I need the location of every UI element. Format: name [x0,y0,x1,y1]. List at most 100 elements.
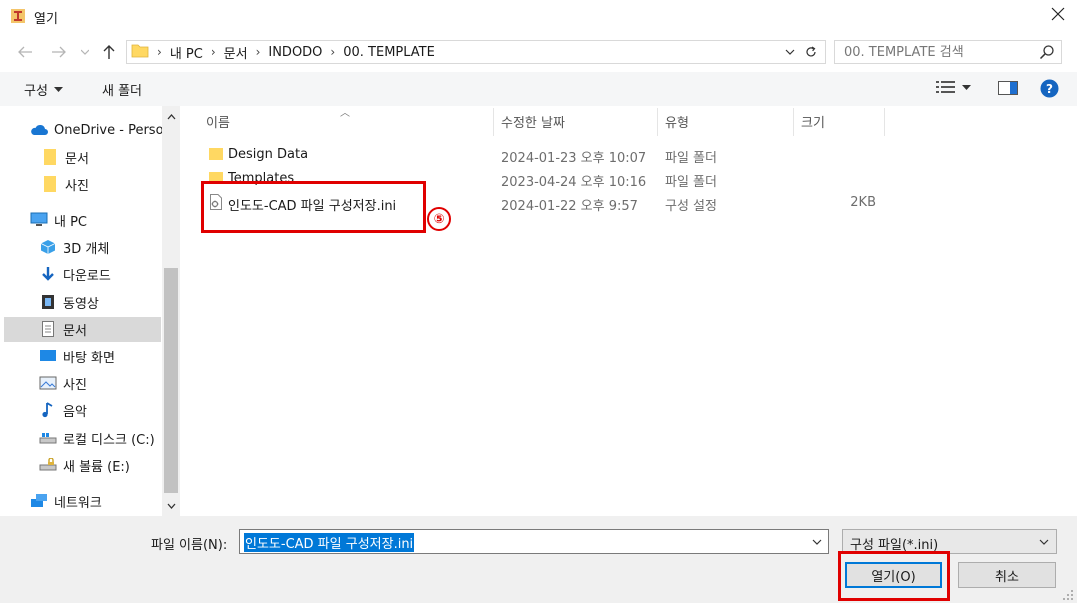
sidebar-item-label: 새 볼륨 (E:) [63,459,130,475]
sidebar-item-desktop[interactable]: 바탕 화면 [39,344,161,368]
sidebar-item-videos[interactable]: 동영상 [39,290,161,314]
change-view-button[interactable] [936,80,971,94]
document-icon [39,321,57,337]
sidebar-item-label: 로컬 디스크 (C:) [63,432,155,448]
cube-icon [39,239,57,255]
desktop-icon [39,348,57,364]
caret-down-icon [53,87,63,92]
column-header-date[interactable]: 수정한 날짜 [501,112,565,131]
sidebar-item-pictures-pc[interactable]: 사진 [39,371,161,395]
file-row[interactable]: Design Data 2024-01-23 오후 10:07 파일 폴더 [196,144,896,166]
breadcrumb-separator: › [330,45,336,59]
drive-icon [39,430,57,446]
column-divider[interactable] [657,108,658,136]
sidebar-item-network[interactable]: 네트워크 [30,489,160,513]
column-header-size[interactable]: 크기 [801,112,825,131]
breadcrumb-separator: › [210,45,216,59]
forward-button[interactable] [48,41,70,63]
sidebar-item-local-disk-c[interactable]: 로컬 디스크 (C:) [39,426,161,450]
resize-grip[interactable] [1062,589,1074,601]
file-size: 2KB [850,195,876,210]
breadcrumb-item[interactable]: 00. TEMPLATE [343,45,435,60]
chevron-down-icon [1038,534,1050,550]
help-button[interactable]: ? [1040,79,1059,102]
column-divider[interactable] [884,108,885,136]
file-type: 구성 설정 [665,199,717,214]
search-input[interactable] [835,41,1025,63]
sidebar-item-documents[interactable]: 문서 [41,145,161,169]
organize-button[interactable]: 구성 [24,80,63,99]
details-view-icon [936,81,955,93]
filename-value[interactable]: 인도도-CAD 파일 구성저장.ini [244,533,415,552]
close-icon [1051,7,1065,25]
file-date: 2024-01-23 오후 10:07 [501,151,647,166]
sidebar-item-label: 사진 [65,178,89,194]
recent-locations-button[interactable] [78,41,92,63]
cancel-button[interactable]: 취소 [958,562,1056,588]
column-divider[interactable] [793,108,794,136]
refresh-button[interactable] [803,44,819,60]
annotation-box-open [838,551,950,601]
close-button[interactable] [1040,3,1076,29]
up-button[interactable] [98,41,120,63]
file-type: 파일 폴더 [665,151,717,166]
chevron-down-icon [167,503,175,509]
sidebar-item-pictures[interactable]: 사진 [41,172,161,196]
app-icon [10,8,26,24]
sidebar-item-label: 음악 [63,404,87,420]
breadcrumb-item[interactable]: INDODO [268,45,322,60]
sidebar-item-new-volume-e[interactable]: 새 볼륨 (E:) [39,453,161,477]
sidebar-item-this-pc[interactable]: 내 PC [30,208,160,232]
file-type: 파일 폴더 [665,175,717,190]
sort-ascending-icon: ︿ [340,108,350,119]
column-header-type[interactable]: 유형 [665,112,689,131]
title-bar [0,0,1077,34]
folder-icon [208,146,224,162]
sidebar-item-music[interactable]: 음악 [39,398,161,422]
folder-icon [41,176,59,192]
sidebar-item-downloads[interactable]: 다운로드 [39,262,161,286]
preview-pane-button[interactable] [998,80,1018,100]
arrow-right-icon [52,46,66,58]
breadcrumb-item[interactable]: 문서 [224,43,248,62]
computer-icon [30,212,48,228]
column-divider[interactable] [493,108,494,136]
annotation-step-number: ⑤ [427,207,451,231]
help-icon: ? [1040,79,1059,98]
filename-history-dropdown[interactable] [810,534,824,550]
sidebar-item-documents-selected[interactable]: 문서 [39,317,161,341]
command-bar [0,72,1077,106]
address-history-dropdown[interactable] [783,44,797,60]
arrow-left-icon [18,46,32,58]
sidebar-item-3d-objects[interactable]: 3D 개체 [39,235,161,259]
chevron-down-icon [785,49,795,55]
scroll-up-button[interactable] [162,108,180,126]
music-icon [39,402,57,418]
chevron-down-icon [81,49,89,55]
sidebar-item-label: 네트워크 [54,495,102,511]
filename-input[interactable]: 인도도-CAD 파일 구성저장.ini [239,529,829,554]
search-icon[interactable] [1039,44,1055,60]
file-name: Design Data [228,147,309,162]
breadcrumb-separator: › [255,45,261,59]
scroll-down-button[interactable] [162,497,180,515]
sidebar-scrollbar-thumb[interactable] [164,268,178,493]
new-folder-button[interactable]: 새 폴더 [102,80,142,99]
file-date: 2024-01-22 오후 9:57 [501,199,638,214]
breadcrumb-separator: › [157,45,162,59]
back-button[interactable] [14,41,36,63]
refresh-icon [806,46,816,57]
folder-icon [131,42,149,62]
search-box[interactable] [834,40,1062,64]
column-header-name[interactable]: 이름 [206,112,230,131]
address-bar[interactable]: › 내 PC › 문서 › INDODO › 00. TEMPLATE [126,40,826,64]
organize-label: 구성 [24,84,48,99]
file-date: 2023-04-24 오후 10:16 [501,175,647,190]
network-icon [30,493,48,509]
breadcrumb-item[interactable]: 내 PC [170,43,203,62]
folder-icon [41,149,59,165]
picture-icon [39,375,57,391]
sidebar-item-onedrive[interactable]: OneDrive - Personal [30,118,162,142]
sidebar-item-label: 문서 [65,151,89,167]
sidebar-item-label: 바탕 화면 [63,350,115,366]
